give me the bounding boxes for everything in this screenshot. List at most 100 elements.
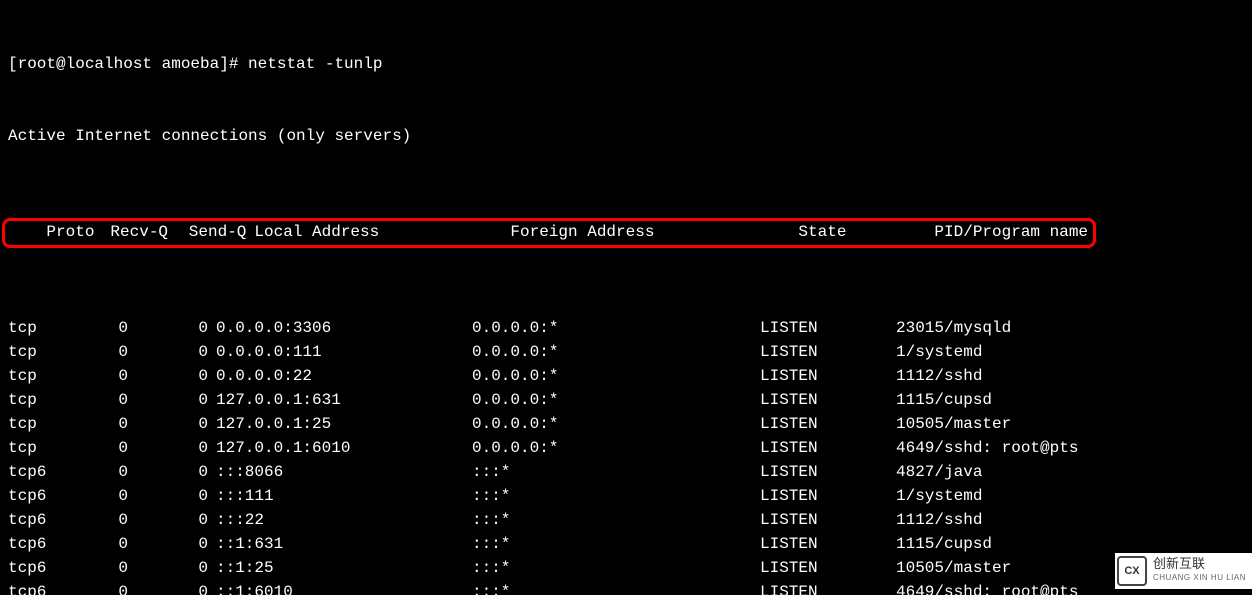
cell-recvq: 0 (72, 508, 128, 532)
cell-pid: 23015/mysqld (896, 316, 1011, 340)
cell-sendq: 0 (128, 340, 208, 364)
cell-foreign: :::* (472, 484, 760, 508)
table-row: tcp600::1:25:::*LISTEN10505/master (8, 556, 1244, 580)
table-row: tcp000.0.0.0:220.0.0.0:*LISTEN1112/sshd (8, 364, 1244, 388)
cell-state: LISTEN (760, 484, 896, 508)
cell-foreign: 0.0.0.0:* (472, 364, 760, 388)
cell-foreign: 0.0.0.0:* (472, 412, 760, 436)
cell-foreign: 0.0.0.0:* (472, 436, 760, 460)
cell-state: LISTEN (760, 556, 896, 580)
cell-pid: 4649/sshd: root@pts (896, 580, 1078, 595)
cell-proto: tcp (8, 436, 72, 460)
cell-proto: tcp (8, 364, 72, 388)
header-foreign: Foreign Address (510, 220, 798, 244)
cell-sendq: 0 (128, 412, 208, 436)
cell-foreign: 0.0.0.0:* (472, 316, 760, 340)
cell-sendq: 0 (128, 580, 208, 595)
cell-pid: 10505/master (896, 412, 1011, 436)
cell-pid: 10505/master (896, 556, 1011, 580)
watermark-logo-icon: CX (1117, 556, 1147, 586)
table-row: tcp600:::111:::*LISTEN1/systemd (8, 484, 1244, 508)
header-state: State (798, 220, 934, 244)
cell-proto: tcp6 (8, 508, 72, 532)
cell-pid: 1/systemd (896, 484, 982, 508)
cell-proto: tcp6 (8, 556, 72, 580)
cell-foreign: 0.0.0.0:* (472, 388, 760, 412)
table-row: tcp00127.0.0.1:250.0.0.0:*LISTEN10505/ma… (8, 412, 1244, 436)
header-sendq: Send-Q (166, 220, 246, 244)
cell-sendq: 0 (128, 388, 208, 412)
cell-local: :::22 (208, 508, 472, 532)
cell-pid: 4649/sshd: root@pts (896, 436, 1078, 460)
cell-pid: 4827/java (896, 460, 982, 484)
cell-foreign: :::* (472, 556, 760, 580)
cell-state: LISTEN (760, 460, 896, 484)
cell-state: LISTEN (760, 508, 896, 532)
cell-proto: tcp (8, 316, 72, 340)
cell-local: ::1:6010 (208, 580, 472, 595)
table-header: ProtoRecv-QSend-QLocal AddressForeign Ad… (8, 196, 1244, 268)
cell-recvq: 0 (72, 364, 128, 388)
watermark: CX 创新互联 CHUANG XIN HU LIAN (1115, 553, 1252, 589)
cell-recvq: 0 (72, 436, 128, 460)
cell-local: 0.0.0.0:111 (208, 340, 472, 364)
table-row: tcp600::1:631:::*LISTEN1115/cupsd (8, 532, 1244, 556)
table-row: tcp000.0.0.0:33060.0.0.0:*LISTEN23015/my… (8, 316, 1244, 340)
prompt-command: [root@localhost amoeba]# netstat -tunlp (8, 52, 1244, 76)
cell-state: LISTEN (760, 316, 896, 340)
cell-recvq: 0 (72, 460, 128, 484)
cell-state: LISTEN (760, 364, 896, 388)
cell-pid: 1112/sshd (896, 508, 982, 532)
cell-recvq: 0 (72, 580, 128, 595)
cell-local: 0.0.0.0:3306 (208, 316, 472, 340)
cell-local: ::1:631 (208, 532, 472, 556)
cell-sendq: 0 (128, 364, 208, 388)
header-pid: PID/Program name (934, 220, 1088, 244)
cell-state: LISTEN (760, 436, 896, 460)
table-row: tcp600:::22:::*LISTEN1112/sshd (8, 508, 1244, 532)
cell-local: 127.0.0.1:25 (208, 412, 472, 436)
cell-local: :::8066 (208, 460, 472, 484)
cell-proto: tcp6 (8, 484, 72, 508)
cell-recvq: 0 (72, 388, 128, 412)
cell-recvq: 0 (72, 556, 128, 580)
cell-pid: 1115/cupsd (896, 388, 992, 412)
cell-local: 127.0.0.1:631 (208, 388, 472, 412)
cell-sendq: 0 (128, 532, 208, 556)
cell-sendq: 0 (128, 508, 208, 532)
cell-foreign: :::* (472, 580, 760, 595)
cell-pid: 1112/sshd (896, 364, 982, 388)
cell-state: LISTEN (760, 340, 896, 364)
cell-proto: tcp6 (8, 580, 72, 595)
cell-foreign: :::* (472, 508, 760, 532)
header-local: Local Address (246, 220, 510, 244)
header-proto: Proto (46, 220, 110, 244)
table-row: tcp00127.0.0.1:6310.0.0.0:*LISTEN1115/cu… (8, 388, 1244, 412)
cell-local: 0.0.0.0:22 (208, 364, 472, 388)
watermark-sub: CHUANG XIN HU LIAN (1153, 571, 1246, 585)
cell-pid: 1115/cupsd (896, 532, 992, 556)
cell-local: ::1:25 (208, 556, 472, 580)
cell-state: LISTEN (760, 532, 896, 556)
cell-recvq: 0 (72, 340, 128, 364)
cell-foreign: :::* (472, 532, 760, 556)
cell-foreign: :::* (472, 460, 760, 484)
header-recvq: Recv-Q (110, 220, 166, 244)
cell-foreign: 0.0.0.0:* (472, 340, 760, 364)
cell-sendq: 0 (128, 484, 208, 508)
cell-recvq: 0 (72, 532, 128, 556)
watermark-name: 创新互联 (1153, 557, 1246, 571)
table-row: tcp600:::8066:::*LISTEN4827/java (8, 460, 1244, 484)
table-row: tcp00127.0.0.1:60100.0.0.0:*LISTEN4649/s… (8, 436, 1244, 460)
cell-state: LISTEN (760, 580, 896, 595)
cell-recvq: 0 (72, 484, 128, 508)
table-row: tcp600::1:6010:::*LISTEN4649/sshd: root@… (8, 580, 1244, 595)
cell-sendq: 0 (128, 556, 208, 580)
cell-sendq: 0 (128, 436, 208, 460)
cell-recvq: 0 (72, 316, 128, 340)
cell-proto: tcp (8, 388, 72, 412)
terminal-output[interactable]: [root@localhost amoeba]# netstat -tunlp … (0, 0, 1252, 595)
cell-state: LISTEN (760, 388, 896, 412)
table-row: tcp000.0.0.0:1110.0.0.0:*LISTEN1/systemd (8, 340, 1244, 364)
cell-proto: tcp6 (8, 460, 72, 484)
